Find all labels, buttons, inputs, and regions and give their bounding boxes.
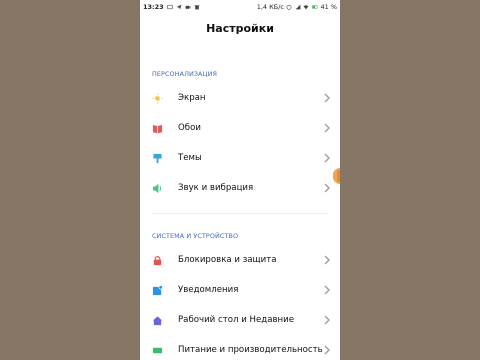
- wifi-icon: [304, 5, 309, 10]
- status-bar-right: 1,4 КБ/с 41 %: [257, 3, 337, 11]
- wallpaper-icon: [152, 123, 163, 134]
- battery-icon: [311, 5, 318, 9]
- chevron-right-icon: [324, 123, 330, 133]
- lock-icon: [152, 255, 163, 266]
- battery-level: 41 %: [320, 3, 337, 11]
- brush-icon: [152, 153, 163, 164]
- status-bar: 13:23 1,4 КБ/с 41 %: [140, 0, 340, 14]
- settings-item-lock[interactable]: Блокировка и защита: [140, 247, 340, 273]
- chevron-right-icon: [324, 93, 330, 103]
- settings-item-battery[interactable]: Питание и производительность: [140, 337, 340, 360]
- settings-item-notifications[interactable]: Уведомления: [140, 277, 340, 303]
- signal-icon: [295, 4, 301, 10]
- chevron-right-icon: [324, 315, 330, 325]
- chevron-right-icon: [324, 285, 330, 295]
- speaker-icon: [152, 183, 163, 194]
- chevron-right-icon: [324, 153, 330, 163]
- settings-item-label: Звук и вибрация: [178, 183, 254, 193]
- settings-item-wallpaper[interactable]: Обои: [140, 115, 340, 141]
- net-speed: 1,4 КБ/с: [256, 3, 284, 11]
- video-icon: [185, 5, 191, 9]
- page-title: Настройки: [206, 22, 274, 35]
- section-title-personalization: ПЕРСОНАЛИЗАЦИЯ: [152, 70, 218, 78]
- trash-icon: [194, 5, 200, 10]
- status-time: 13:23: [143, 3, 164, 11]
- status-bar-left: 13:23: [143, 3, 200, 11]
- notification-icon: [152, 284, 163, 296]
- section-title-system: СИСТЕМА И УСТРОЙСТВО: [152, 232, 239, 240]
- settings-item-label: Обои: [178, 123, 201, 133]
- alarm-icon: [287, 4, 292, 10]
- settings-item-themes[interactable]: Темы: [140, 145, 340, 171]
- scroll-grip[interactable]: [337, 170, 340, 182]
- home-icon: [152, 315, 163, 326]
- settings-item-label: Рабочий стол и Недавние: [178, 315, 295, 325]
- settings-item-label: Питание и производительность: [178, 345, 323, 355]
- section-divider: [152, 213, 328, 214]
- settings-item-label: Темы: [178, 153, 202, 163]
- settings-item-label: Блокировка и защита: [178, 255, 277, 265]
- settings-item-home-screen[interactable]: Рабочий стол и Недавние: [140, 307, 340, 333]
- settings-item-label: Экран: [178, 93, 206, 103]
- settings-item-display[interactable]: Экран: [140, 85, 340, 111]
- chevron-right-icon: [324, 255, 330, 265]
- battery-icon: [152, 345, 163, 356]
- message-icon: [167, 4, 173, 10]
- settings-item-label: Уведомления: [178, 285, 239, 295]
- sun-icon: [152, 92, 163, 104]
- settings-item-sound[interactable]: Звук и вибрация: [140, 175, 340, 201]
- chevron-right-icon: [324, 183, 330, 193]
- chevron-right-icon: [324, 345, 330, 355]
- phone-screen: 13:23 1,4 КБ/с 41 % Настройки ПЕРСОНАЛИЗ…: [140, 0, 340, 360]
- telegram-icon: [176, 4, 182, 10]
